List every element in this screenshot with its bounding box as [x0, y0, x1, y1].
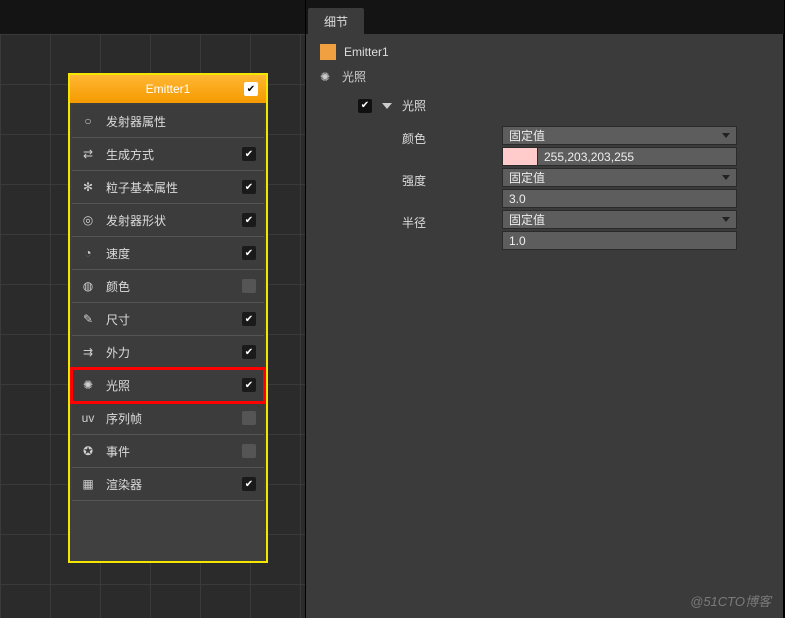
color-value-input[interactable]: 255,203,203,255: [538, 147, 737, 166]
uv-icon: uv: [80, 410, 96, 426]
section-label: 光照: [402, 97, 426, 114]
size-icon: ✎: [80, 311, 96, 327]
property-controls: 固定值 1.0: [502, 210, 771, 250]
module-checkbox[interactable]: [242, 180, 256, 194]
module-checkbox[interactable]: [242, 378, 256, 392]
property-row: 强度固定值 3.0: [402, 168, 771, 208]
module-checkbox[interactable]: [242, 246, 256, 260]
module-label: 序列帧: [106, 410, 242, 427]
disclosure-icon[interactable]: [382, 103, 392, 109]
mode-dropdown[interactable]: 固定值: [502, 210, 737, 229]
detail-pane: 细节 Emitter1 ✺ 光照 光照 颜色固定值255,203,203,255…: [305, 0, 785, 618]
left-topbar: [0, 0, 305, 34]
module-row[interactable]: ▦ 渲染器: [72, 468, 264, 501]
module-row[interactable]: uv 序列帧: [72, 402, 264, 435]
chevron-down-icon: [722, 217, 730, 222]
value-input[interactable]: 3.0: [502, 189, 737, 208]
module-label: 生成方式: [106, 146, 242, 163]
object-name: Emitter1: [344, 45, 389, 59]
emitter-header[interactable]: Emitter1: [70, 75, 266, 103]
circle-outline-icon: ○: [80, 113, 96, 129]
module-row[interactable]: ✎ 尺寸: [72, 303, 264, 336]
emitter-header-checkbox[interactable]: [244, 82, 258, 96]
detail-tabstrip: 细节: [306, 0, 784, 34]
chevron-down-icon: [722, 133, 730, 138]
section-checkbox[interactable]: [358, 99, 372, 113]
left-pane: Emitter1 ○ 发射器属性 ⇄ 生成方式 ✻ 粒子基本属性 ◎ 发射器形状 ◔ 速度 ◍ 颜色 ✎…: [0, 0, 305, 618]
value-input[interactable]: 1.0: [502, 231, 737, 250]
module-row[interactable]: ⇉ 外力: [72, 336, 264, 369]
breadcrumb-row: ✺ 光照: [320, 68, 771, 85]
module-label: 颜色: [106, 278, 242, 295]
property-row: 半径固定值 1.0: [402, 210, 771, 250]
force-icon: ⇉: [80, 344, 96, 360]
chevron-down-icon: [722, 175, 730, 180]
mode-dropdown[interactable]: 固定值: [502, 126, 737, 145]
property-controls: 固定值 3.0: [502, 168, 771, 208]
emitter-module-list: ○ 发射器属性 ⇄ 生成方式 ✻ 粒子基本属性 ◎ 发射器形状 ◔ 速度 ◍ 颜色 ✎ 尺寸 ⇉ 外力 ✺ 光照 u…: [70, 103, 266, 503]
module-label: 速度: [106, 245, 242, 262]
detail-body: Emitter1 ✺ 光照 光照 颜色固定值255,203,203,255强度固…: [306, 34, 784, 618]
color-swatch[interactable]: [502, 147, 538, 166]
property-area: 颜色固定值255,203,203,255强度固定值3.0半径固定值1.0: [402, 126, 771, 250]
module-checkbox[interactable]: [242, 477, 256, 491]
module-label: 外力: [106, 344, 242, 361]
module-row[interactable]: ✪ 事件: [72, 435, 264, 468]
emitter-panel: Emitter1 ○ 发射器属性 ⇄ 生成方式 ✻ 粒子基本属性 ◎ 发射器形状 ◔ 速度 ◍ 颜色 ✎…: [68, 73, 268, 563]
color-value-row: 255,203,203,255: [502, 147, 737, 166]
module-row[interactable]: ◔ 速度: [72, 237, 264, 270]
module-row[interactable]: ✺ 光照: [72, 369, 264, 402]
property-row: 颜色固定值 255,203,203,255: [402, 126, 771, 166]
section-header[interactable]: 光照: [358, 97, 771, 114]
light-icon: ✺: [80, 377, 96, 393]
module-checkbox[interactable]: [242, 444, 256, 458]
speed-icon: ◔: [80, 245, 96, 261]
light-icon: ✺: [320, 70, 334, 84]
target-icon: ◎: [80, 212, 96, 228]
module-row[interactable]: ⇄ 生成方式: [72, 138, 264, 171]
renderer-icon: ▦: [80, 476, 96, 492]
module-checkbox[interactable]: [242, 279, 256, 293]
palette-icon: ◍: [80, 278, 96, 294]
property-label: 强度: [402, 168, 502, 189]
module-label: 发射器形状: [106, 212, 242, 229]
module-label: 渲染器: [106, 476, 242, 493]
module-checkbox[interactable]: [242, 345, 256, 359]
module-label: 事件: [106, 443, 242, 460]
module-label: 粒子基本属性: [106, 179, 242, 196]
particle-icon: ✻: [80, 179, 96, 195]
property-controls: 固定值 255,203,203,255: [502, 126, 771, 166]
module-row[interactable]: ◎ 发射器形状: [72, 204, 264, 237]
module-row[interactable]: ○ 发射器属性: [72, 105, 264, 138]
watermark: @51CTO博客: [690, 591, 771, 610]
module-label: 光照: [106, 377, 242, 394]
module-checkbox[interactable]: [242, 411, 256, 425]
object-color-swatch[interactable]: [320, 44, 336, 60]
event-icon: ✪: [80, 443, 96, 459]
property-label: 半径: [402, 210, 502, 231]
module-row[interactable]: ✻ 粒子基本属性: [72, 171, 264, 204]
module-checkbox[interactable]: [242, 147, 256, 161]
shuffle-icon: ⇄: [80, 146, 96, 162]
module-checkbox[interactable]: [242, 312, 256, 326]
emitter-name: Emitter1: [146, 82, 191, 96]
module-row[interactable]: ◍ 颜色: [72, 270, 264, 303]
module-label: 发射器属性: [106, 113, 256, 130]
breadcrumb-label: 光照: [342, 68, 366, 85]
object-name-row: Emitter1: [320, 44, 771, 60]
module-label: 尺寸: [106, 311, 242, 328]
tab-detail[interactable]: 细节: [308, 8, 364, 34]
property-label: 颜色: [402, 126, 502, 147]
mode-dropdown[interactable]: 固定值: [502, 168, 737, 187]
module-checkbox[interactable]: [242, 213, 256, 227]
